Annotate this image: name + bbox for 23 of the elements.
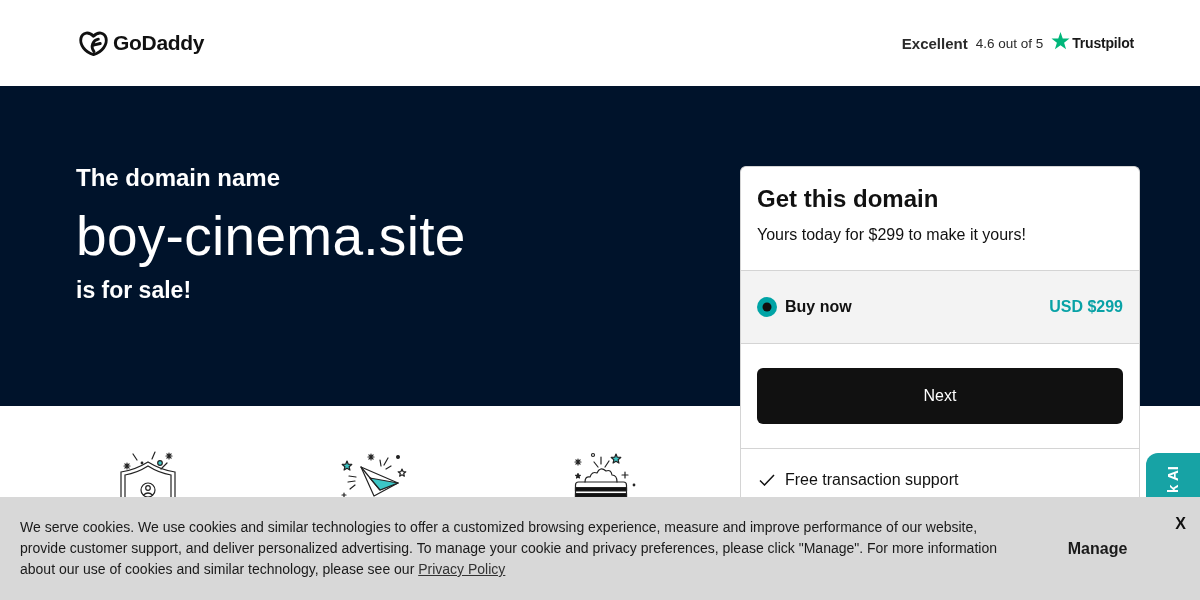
option-price: USD $299 [1049, 298, 1123, 316]
logo-wordmark: GoDaddy [113, 31, 205, 55]
radio-button[interactable] [757, 297, 777, 317]
star-icon [1051, 32, 1071, 50]
close-button[interactable]: X [1171, 511, 1190, 537]
hero-tagline: is for sale! [76, 276, 192, 305]
manage-button[interactable]: Manage [1055, 531, 1140, 566]
shield-person-icon [118, 450, 178, 497]
check-icon [759, 474, 775, 486]
cookie-message: We serve cookies. We use cookies and similar technologies to offer a customized browsing experience, measure and improve performance of our website, provide customer support, and deliver personalized advertising. To manage your cookie and privacy preferences, please click "Manage". For more information about our use of cookies and similar technology, please see our Privacy Policy [20, 518, 998, 579]
logo-icon [78, 29, 109, 57]
rating-label: Excellent [901, 34, 968, 52]
trustpilot-wordmark: Trustpilot [1072, 35, 1134, 51]
card-title: Get this domain [757, 184, 939, 214]
domain-name: boy-cinema.site [76, 204, 466, 268]
option-label: Buy now [785, 298, 852, 316]
rating-score: 4.6 out of 5 [975, 35, 1044, 51]
next-button[interactable]: Next [757, 368, 1123, 424]
privacy-policy-link[interactable]: Privacy Policy [418, 561, 506, 577]
hero-intro: The domain name [76, 163, 281, 193]
purchase-option[interactable]: Buy now USD $299 [741, 271, 1139, 344]
card-subtitle: Yours today for $299 to make it yours! [757, 225, 1026, 245]
feature-text: Free transaction support [785, 471, 959, 489]
